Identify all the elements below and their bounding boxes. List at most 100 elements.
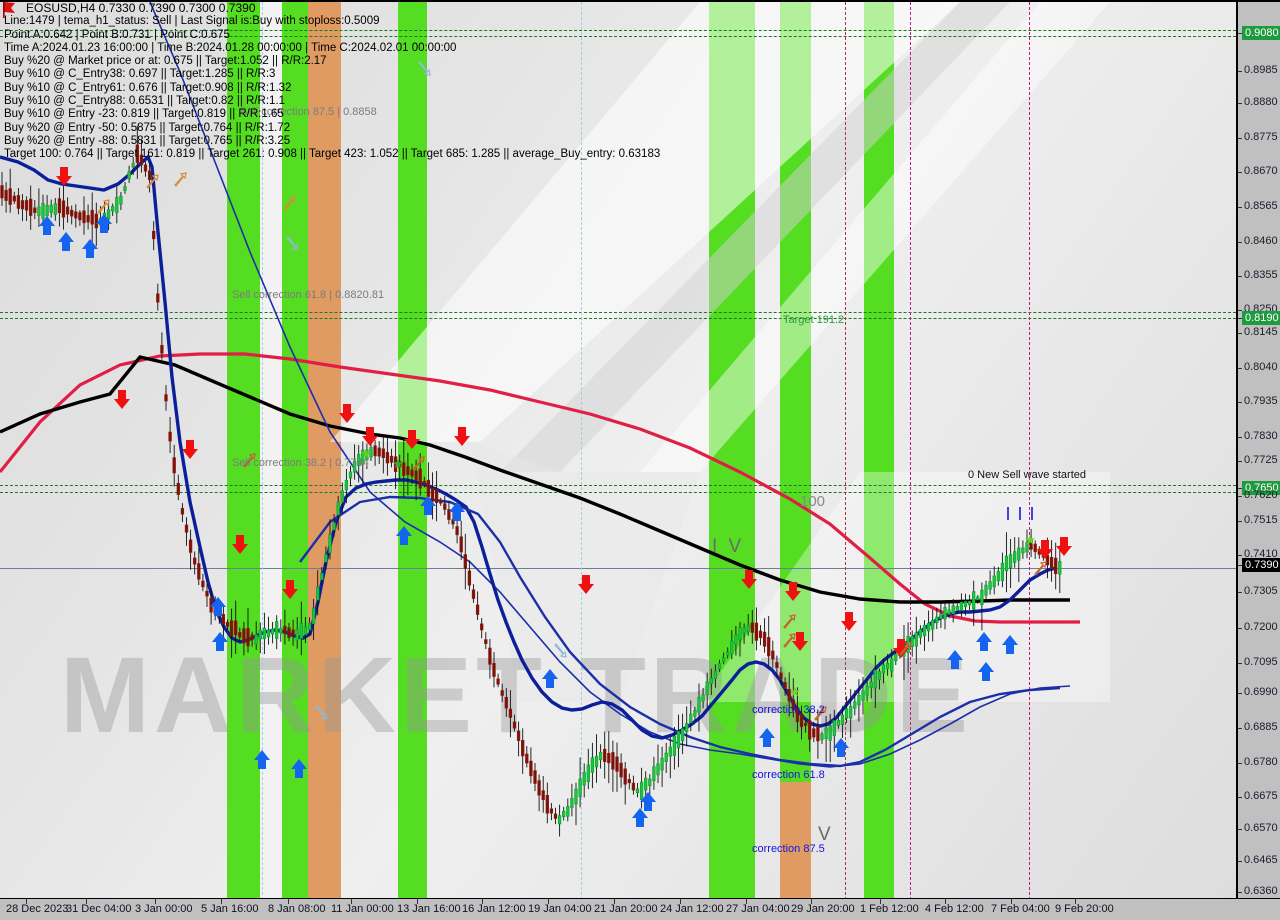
price-tick xyxy=(1238,71,1242,72)
price-label-0.8880: 0.8880 xyxy=(1244,96,1278,108)
time-label: 5 Jan 16:00 xyxy=(201,903,259,915)
price-tick xyxy=(1238,242,1242,243)
price-scale[interactable]: 0.9080 0.8985 0.8880 0.8775 0.8670 0.8565 0.84… xyxy=(1236,0,1280,898)
chart-info-header: EOSUSD,H4 0.7330 0.7390 0.7300 0.7390 Li… xyxy=(4,1,660,162)
sell-correction-618: Sell correction 61.8 | 0.8820.81 xyxy=(232,289,385,301)
time-label: 28 Dec 2023 xyxy=(6,903,69,915)
outline-arrow-icon xyxy=(412,456,425,471)
time-label: 8 Jan 08:00 xyxy=(268,903,326,915)
sell-correction-382: Sell correction 38.2 | 0.7744 xyxy=(232,457,369,469)
sell-arrow-icon xyxy=(841,612,857,631)
sell-arrow-icon xyxy=(232,535,248,554)
price-label-0.8190: 0.8190 xyxy=(1242,311,1280,325)
buy-arrow-icon xyxy=(640,792,656,811)
price-label-0.6885: 0.6885 xyxy=(1244,721,1278,733)
buy-arrow-icon xyxy=(947,650,963,669)
price-label-0.8355: 0.8355 xyxy=(1244,269,1278,281)
price-tick xyxy=(1238,861,1242,862)
price-tick xyxy=(1238,693,1242,694)
time-label: 31 Dec 04:00 xyxy=(66,903,132,915)
price-tick xyxy=(1238,276,1242,277)
outline-arrow-icon xyxy=(174,172,187,187)
price-label-0.8670: 0.8670 xyxy=(1244,165,1278,177)
buy-arrow-icon xyxy=(978,662,994,681)
price-label-0.7830: 0.7830 xyxy=(1244,430,1278,442)
price-label-0.6780: 0.6780 xyxy=(1244,756,1278,768)
info-line-2: Time A:2024.01.23 16:00:00 | Time B:2024… xyxy=(4,41,457,54)
info-line-3: Buy %20 @ Market price or at: 0.675 || T… xyxy=(4,55,327,68)
price-label-0.8775: 0.8775 xyxy=(1244,131,1278,143)
buy-arrow-icon xyxy=(82,239,98,258)
price-label-0.9080: 0.9080 xyxy=(1242,26,1280,40)
sell-arrow-icon xyxy=(114,390,130,409)
buy-arrow-icon xyxy=(449,502,465,521)
sell-arrow-icon xyxy=(282,580,298,599)
symbol-ohlc-line: EOSUSD,H4 0.7330 0.7390 0.7300 0.7390 xyxy=(26,1,256,15)
price-tick xyxy=(1238,555,1242,556)
trading-chart-window: MARKET TRADE Sell correction 61.8 | 0.88… xyxy=(0,0,1280,920)
chart-flag-icon xyxy=(3,2,15,18)
outline-arrow-icon xyxy=(286,236,299,251)
price-tick xyxy=(1238,207,1242,208)
buy-arrow-icon xyxy=(542,669,558,688)
star-marker-icon xyxy=(393,458,403,469)
info-line-4: Buy %10 @ C_Entry38: 0.697 || Target:1.2… xyxy=(4,68,276,81)
price-tick xyxy=(1238,402,1242,403)
price-tick xyxy=(1238,172,1242,173)
price-tick xyxy=(1238,496,1242,497)
sell-arrow-icon xyxy=(339,404,355,423)
buy-arrow-icon xyxy=(976,632,992,651)
sell-arrow-icon xyxy=(578,575,594,594)
time-label: 24 Jan 12:00 xyxy=(660,903,724,915)
price-label-0.6360: 0.6360 xyxy=(1244,885,1278,897)
sell-arrow-icon xyxy=(1056,537,1072,556)
time-label: 11 Jan 00:00 xyxy=(331,903,394,915)
price-label-0.8985: 0.8985 xyxy=(1244,64,1278,76)
wave-iv: I V xyxy=(712,536,745,557)
time-label: 21 Jan 20:00 xyxy=(594,903,658,915)
time-label: 13 Jan 16:00 xyxy=(397,903,461,915)
price-label-0.7935: 0.7935 xyxy=(1244,395,1278,407)
price-label-0.7390: 0.7390 xyxy=(1242,558,1280,572)
outline-arrow-icon xyxy=(146,174,159,189)
level-100: 100 xyxy=(800,493,826,510)
price-tick xyxy=(1238,103,1242,104)
time-scale[interactable]: 28 Dec 2023 31 Dec 04:00 3 Jan 00:00 5 Jan … xyxy=(0,898,1280,920)
price-tick xyxy=(1238,892,1242,893)
outline-arrow-icon xyxy=(1034,561,1047,576)
price-tick xyxy=(1238,763,1242,764)
buy-arrow-icon xyxy=(1002,635,1018,654)
price-tick xyxy=(1238,521,1242,522)
buy-arrow-icon xyxy=(759,728,775,747)
outline-arrow-icon xyxy=(97,199,110,214)
info-line-9: Buy %20 @ Entry -88: 0.5831 || Target:0.… xyxy=(4,134,291,147)
buy-arrow-icon xyxy=(833,738,849,757)
correction-382: correction 38.2 xyxy=(752,704,825,716)
info-line-0: Line:1479 | tema_h1_status: Sell | Last … xyxy=(4,15,380,28)
time-label: 27 Jan 04:00 xyxy=(726,903,790,915)
outline-arrow-icon xyxy=(783,633,796,648)
outline-arrow-icon xyxy=(283,196,296,211)
price-label-0.7095: 0.7095 xyxy=(1244,656,1278,668)
price-label-0.8460: 0.8460 xyxy=(1244,235,1278,247)
time-label: 4 Feb 12:00 xyxy=(925,903,984,915)
price-label-0.7725: 0.7725 xyxy=(1244,454,1278,466)
price-tick xyxy=(1238,592,1242,593)
price-tick xyxy=(1238,829,1242,830)
sell-arrow-icon xyxy=(56,167,72,186)
buy-arrow-icon xyxy=(420,496,436,515)
price-tick xyxy=(1238,461,1242,462)
price-label-0.6570: 0.6570 xyxy=(1244,822,1278,834)
sell-arrow-icon xyxy=(785,582,801,601)
price-tick xyxy=(1238,663,1242,664)
buy-arrow-icon xyxy=(58,232,74,251)
star-marker-icon xyxy=(790,686,800,697)
time-label: 1 Feb 12:00 xyxy=(860,903,919,915)
outline-arrow-icon xyxy=(554,643,567,658)
time-label: 16 Jan 12:00 xyxy=(462,903,526,915)
time-label: 3 Jan 00:00 xyxy=(135,903,193,915)
price-label-0.8040: 0.8040 xyxy=(1244,361,1278,373)
sell-arrow-icon xyxy=(404,430,420,449)
info-line-6: Buy %10 @ C_Entry88: 0.6531 || Target:0.… xyxy=(4,95,286,108)
buy-arrow-icon xyxy=(396,526,412,545)
